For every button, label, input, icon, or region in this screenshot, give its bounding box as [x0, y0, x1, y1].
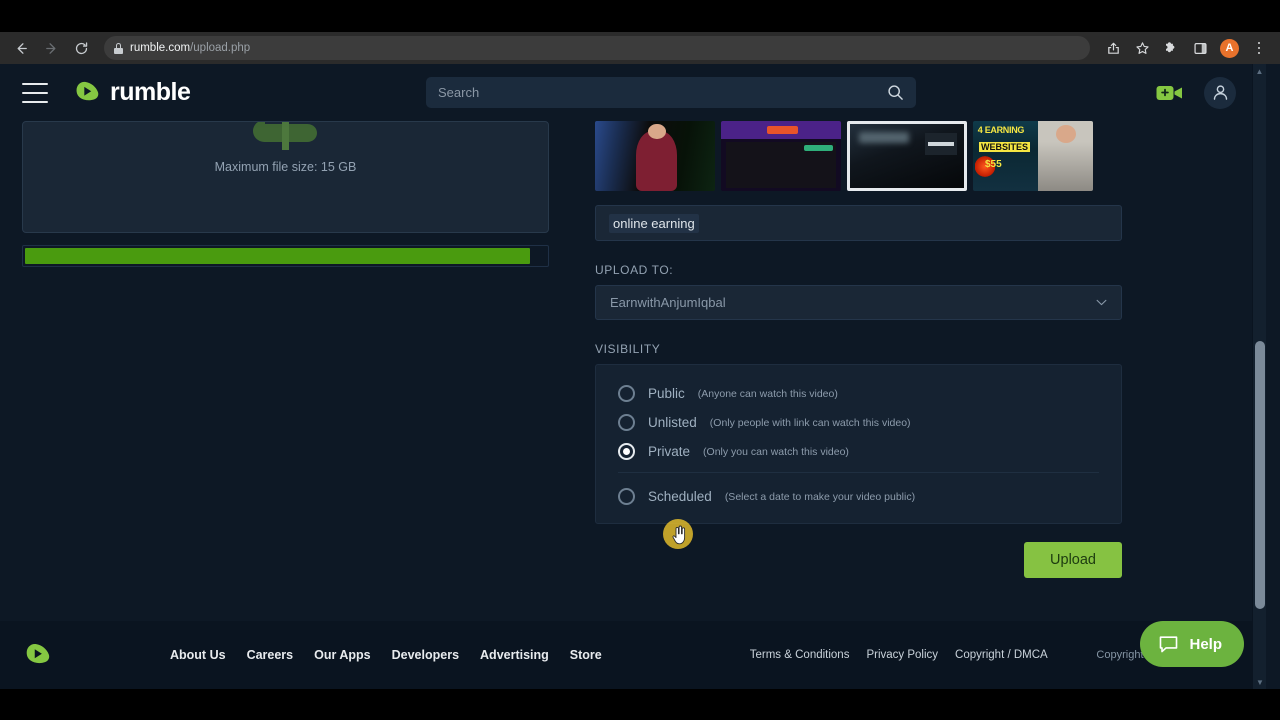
- footer-link-developers[interactable]: Developers: [392, 648, 459, 662]
- upload-to-select[interactable]: EarnwithAnjumIqbal: [595, 285, 1122, 320]
- upload-progress-bar: [25, 248, 531, 264]
- visibility-desc-unlisted: (Only people with link can watch this vi…: [709, 416, 911, 429]
- thumbnail-4-line1: 4 EARNING: [977, 125, 1025, 136]
- thumbnail-selector: 4 EARNING WEBSITES $55: [595, 121, 1122, 191]
- url-text: rumble.com/upload.php: [130, 42, 250, 54]
- upload-left-column: Maximum file size: 15 GB: [22, 121, 549, 578]
- visibility-option-private[interactable]: Private (Only you can watch this video): [596, 437, 1121, 473]
- site-footer: About Us Careers Our Apps Developers Adv…: [0, 621, 1266, 689]
- three-dot-menu-icon[interactable]: [1246, 35, 1272, 61]
- browser-titlebar: [0, 0, 1280, 32]
- footer-link-careers[interactable]: Careers: [247, 648, 294, 662]
- thumbnail-option-2[interactable]: [721, 121, 841, 191]
- hamburger-menu-icon[interactable]: [22, 82, 48, 103]
- lock-icon: [114, 42, 123, 54]
- visibility-name-scheduled: Scheduled: [648, 489, 712, 504]
- rumble-logo[interactable]: rumble: [72, 78, 191, 107]
- scroll-up-arrow-icon[interactable]: ▲: [1253, 64, 1266, 78]
- brand-wordmark: rumble: [110, 78, 191, 106]
- radio-private[interactable]: [618, 443, 635, 460]
- chevron-down-icon[interactable]: [1096, 297, 1107, 309]
- rumble-play-logo-icon: [76, 81, 99, 101]
- puzzle-piece-icon[interactable]: [1158, 35, 1184, 61]
- thumbnail-4-line3: $55: [985, 158, 1002, 170]
- side-panel-icon[interactable]: [1187, 35, 1213, 61]
- share-icon[interactable]: [1100, 35, 1126, 61]
- thumbnail-option-4[interactable]: 4 EARNING WEBSITES $55: [973, 121, 1093, 191]
- visibility-name-public: Public: [648, 386, 685, 401]
- thumbnail-4-line2: WEBSITES: [979, 142, 1031, 152]
- scrollbar-thumb[interactable]: [1255, 340, 1265, 610]
- help-label: Help: [1189, 635, 1222, 653]
- search-icon[interactable]: [887, 84, 904, 101]
- visibility-desc-scheduled: (Select a date to make your video public…: [724, 490, 916, 503]
- add-video-icon[interactable]: [1156, 83, 1184, 103]
- chat-bubble-icon: [1160, 635, 1178, 652]
- visibility-label: VISIBILITY: [595, 342, 661, 356]
- tags-field[interactable]: online earning: [595, 205, 1122, 241]
- visibility-name-unlisted: Unlisted: [648, 415, 697, 430]
- footer-link-advertising[interactable]: Advertising: [480, 648, 549, 662]
- pointer-hand-icon: [672, 525, 686, 545]
- scroll-down-arrow-icon[interactable]: ▼: [1253, 675, 1267, 689]
- help-button[interactable]: Help: [1140, 621, 1244, 667]
- thumbnail-option-3[interactable]: [847, 121, 967, 191]
- back-button[interactable]: [8, 35, 34, 61]
- visibility-desc-public: (Anyone can watch this video): [697, 387, 838, 400]
- upload-progress-track: [22, 245, 549, 267]
- toolbar-icons: A: [1100, 35, 1272, 61]
- address-bar[interactable]: rumble.com/upload.php: [104, 36, 1090, 60]
- browser-bottom-bar: [0, 689, 1280, 720]
- visibility-desc-private: (Only you can watch this video): [703, 445, 849, 458]
- search-box[interactable]: [426, 77, 916, 108]
- chrome-profile-avatar[interactable]: A: [1220, 38, 1239, 58]
- max-file-size-text: Maximum file size: 15 GB: [214, 160, 357, 174]
- site-header: rumble: [0, 64, 1266, 121]
- upload-form: Maximum file size: 15 GB 4 EARNING WEBSI…: [0, 121, 1266, 578]
- scrollbar-track[interactable]: [1255, 78, 1265, 675]
- footer-link-terms[interactable]: Terms & Conditions: [750, 649, 850, 661]
- upload-cloud-icon: [252, 122, 317, 150]
- radio-unlisted[interactable]: [618, 414, 635, 431]
- file-drop-zone[interactable]: Maximum file size: 15 GB: [22, 121, 549, 233]
- upload-to-label: UPLOAD TO:: [595, 263, 674, 277]
- header-actions: [1156, 76, 1236, 109]
- footer-link-copyright[interactable]: Copyright / DMCA: [955, 649, 1048, 661]
- radio-scheduled[interactable]: [618, 488, 635, 505]
- page-viewport: rumble Search Maximum file size: 15 GB 4…: [0, 64, 1266, 689]
- star-icon[interactable]: [1129, 35, 1155, 61]
- rumble-play-logo-icon[interactable]: [22, 640, 52, 670]
- footer-legal-links: Terms & Conditions Privacy Policy Copyri…: [750, 649, 1048, 661]
- thumbnail-option-1[interactable]: [595, 121, 715, 191]
- visibility-name-private: Private: [648, 444, 691, 459]
- footer-nav-links: About Us Careers Our Apps Developers Adv…: [170, 648, 602, 662]
- footer-link-store[interactable]: Store: [570, 648, 602, 662]
- visibility-options: Public (Anyone can watch this video) Unl…: [595, 364, 1122, 524]
- mouse-cursor: [663, 519, 693, 549]
- footer-link-our-apps[interactable]: Our Apps: [314, 648, 370, 662]
- url-path: /upload.php: [190, 42, 251, 54]
- tag-chip[interactable]: online earning: [609, 213, 699, 233]
- url-domain: rumble.com: [130, 42, 191, 54]
- search-input[interactable]: [438, 85, 887, 100]
- user-account-icon[interactable]: [1204, 76, 1236, 109]
- browser-toolbar: rumble.com/upload.php A: [0, 32, 1280, 64]
- rumble-upload-page: rumble Search Maximum file size: 15 GB 4…: [0, 64, 1280, 689]
- footer-link-privacy[interactable]: Privacy Policy: [866, 649, 938, 661]
- visibility-option-unlisted[interactable]: Unlisted (Only people with link can watc…: [596, 408, 1121, 437]
- reload-button[interactable]: [68, 35, 94, 61]
- visibility-option-scheduled[interactable]: Scheduled (Select a date to make your vi…: [596, 482, 1121, 511]
- upload-right-column: 4 EARNING WEBSITES $55 online earning UP…: [595, 121, 1122, 578]
- visibility-option-public[interactable]: Public (Anyone can watch this video): [596, 379, 1121, 408]
- upload-to-value: EarnwithAnjumIqbal: [610, 295, 726, 310]
- forward-button[interactable]: [38, 35, 64, 61]
- footer-link-about-us[interactable]: About Us: [170, 648, 226, 662]
- page-scrollbar[interactable]: ▲ ▼: [1252, 64, 1266, 689]
- radio-public[interactable]: [618, 385, 635, 402]
- upload-button[interactable]: Upload: [1024, 542, 1122, 578]
